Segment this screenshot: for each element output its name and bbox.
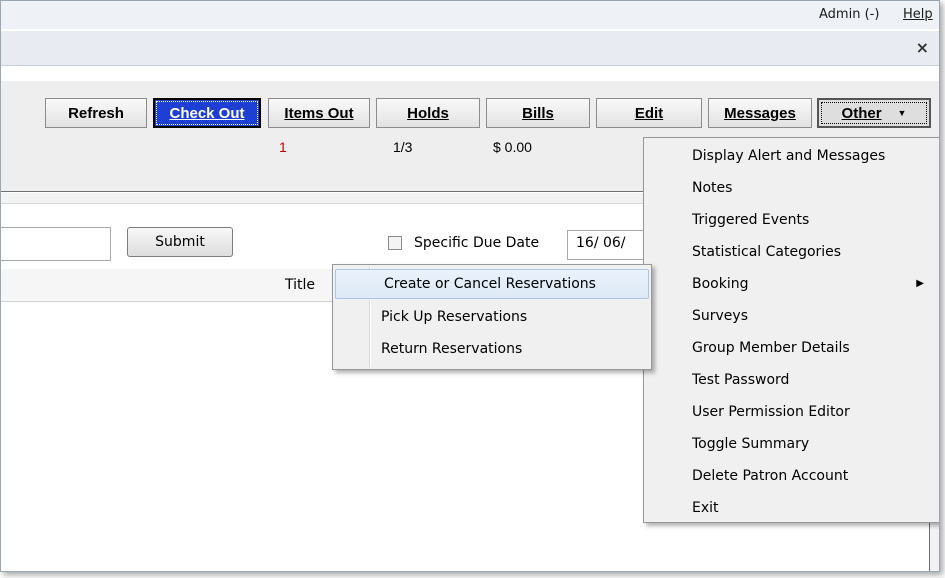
other-menu: Display Alert and Messages Notes Trigger… xyxy=(643,137,939,523)
check-out-button[interactable]: Check Out xyxy=(153,98,261,128)
refresh-button[interactable]: Refresh xyxy=(45,98,147,128)
menu-item-toggle-summary[interactable]: Toggle Summary xyxy=(644,429,939,459)
admin-link[interactable]: Admin (-) xyxy=(819,7,879,22)
holds-count: 1/3 xyxy=(393,139,413,155)
bills-button[interactable]: Bills xyxy=(486,98,590,128)
menu-item-booking[interactable]: Booking ▶ xyxy=(644,269,939,299)
title-column-header[interactable]: Title xyxy=(285,277,315,293)
scrollbar[interactable] xyxy=(929,521,939,571)
specific-due-date-checkbox[interactable] xyxy=(388,236,402,250)
application-window: Admin (-) Help × Refresh Check Out Items… xyxy=(0,0,940,572)
menu-item-triggered-events[interactable]: Triggered Events xyxy=(644,205,939,235)
items-out-count: 1 xyxy=(279,139,287,155)
submit-button[interactable]: Submit xyxy=(127,227,233,257)
booking-submenu: Create or Cancel Reservations Pick Up Re… xyxy=(332,264,652,370)
menu-item-delete-patron-account[interactable]: Delete Patron Account xyxy=(644,461,939,491)
tab-strip: × xyxy=(1,31,939,66)
submenu-arrow-icon: ▶ xyxy=(916,278,924,289)
holds-button[interactable]: Holds xyxy=(376,98,480,128)
specific-due-date-label: Specific Due Date xyxy=(414,235,540,251)
bills-amount: $ 0.00 xyxy=(493,139,532,155)
top-menu-bar: Admin (-) Help xyxy=(1,1,939,29)
due-date-field[interactable]: 16/ 06/ xyxy=(567,230,653,260)
dropdown-arrow-icon: ▼ xyxy=(897,108,907,118)
menu-item-group-member-details[interactable]: Group Member Details xyxy=(644,333,939,363)
barcode-input[interactable] xyxy=(1,227,111,261)
edit-button[interactable]: Edit xyxy=(596,98,702,128)
submenu-item-return-reservations[interactable]: Return Reservations xyxy=(333,334,651,364)
close-icon[interactable]: × xyxy=(916,38,929,57)
submenu-item-pick-up-reservations[interactable]: Pick Up Reservations xyxy=(333,302,651,332)
menu-item-notes[interactable]: Notes xyxy=(644,173,939,203)
menu-item-test-password[interactable]: Test Password xyxy=(644,365,939,395)
items-out-button[interactable]: Items Out xyxy=(268,98,370,128)
menu-item-statistical-categories[interactable]: Statistical Categories xyxy=(644,237,939,267)
submenu-item-create-or-cancel-reservations[interactable]: Create or Cancel Reservations xyxy=(335,269,649,299)
menu-item-surveys[interactable]: Surveys xyxy=(644,301,939,331)
menu-item-user-permission-editor[interactable]: User Permission Editor xyxy=(644,397,939,427)
other-button[interactable]: Other ▼ xyxy=(817,98,931,128)
help-link[interactable]: Help xyxy=(903,7,933,22)
menu-item-display-alert-and-messages[interactable]: Display Alert and Messages xyxy=(644,141,939,171)
menu-item-exit[interactable]: Exit xyxy=(644,493,939,523)
messages-button[interactable]: Messages xyxy=(708,98,812,128)
